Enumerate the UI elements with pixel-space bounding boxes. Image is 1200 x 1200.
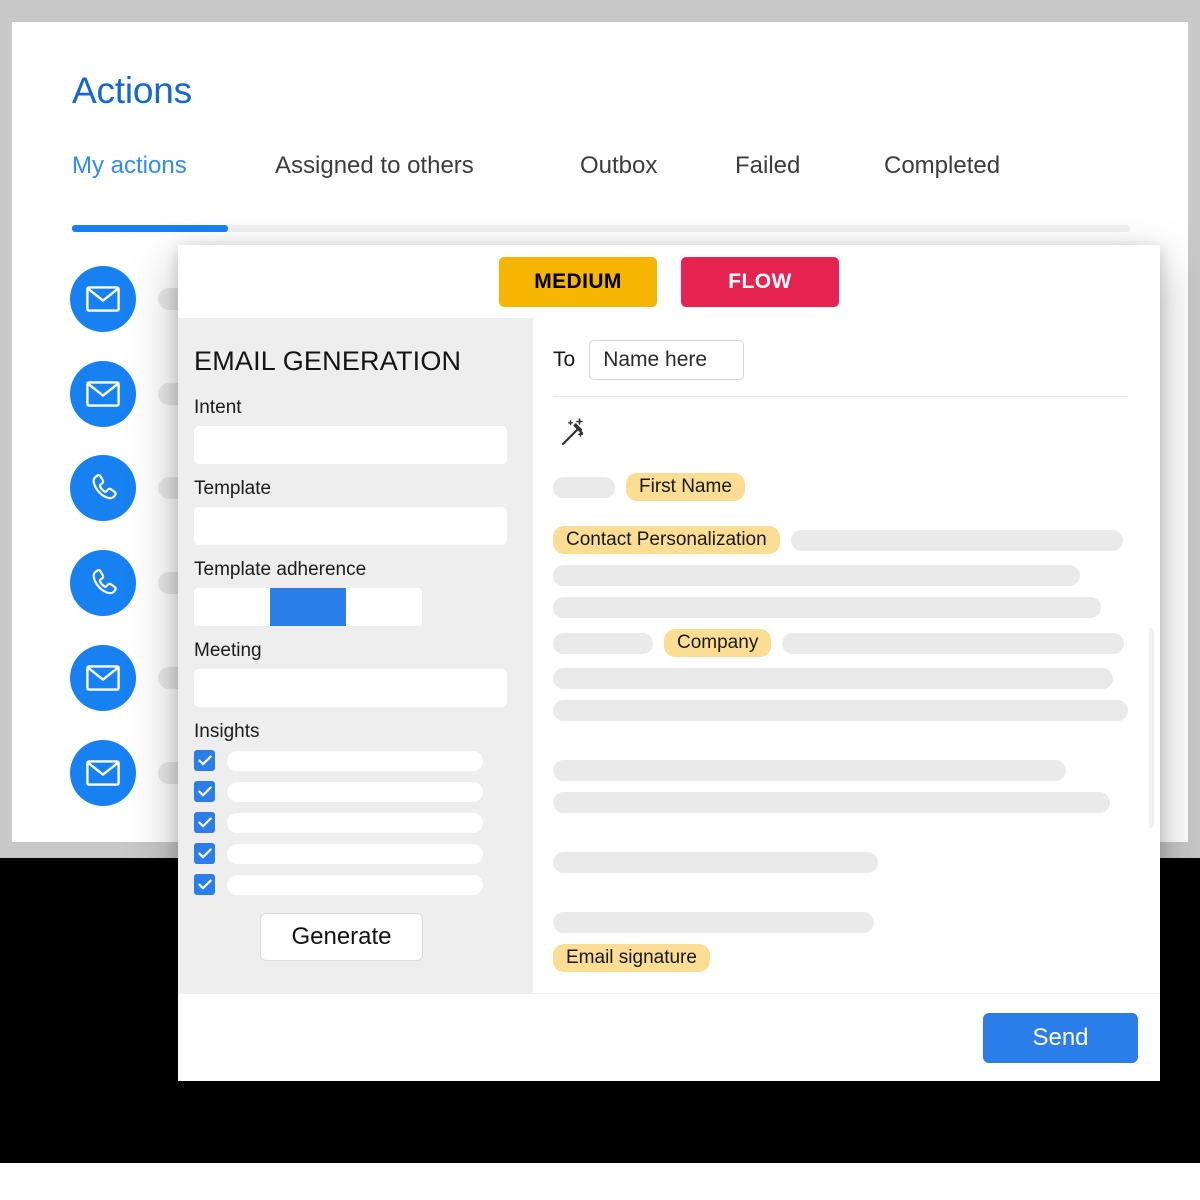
insight-checkbox[interactable] [194,812,215,833]
email-body-line: First Name [553,473,1132,501]
text-placeholder-bar [553,565,1080,586]
insight-item[interactable] [194,874,507,895]
email-body-line [553,597,1132,618]
to-row: To Name here [553,340,1132,380]
intent-input[interactable] [194,426,507,464]
email-body-gap [553,824,1132,852]
tab-completed[interactable]: Completed [884,152,1000,180]
merge-token-company[interactable]: Company [664,629,772,657]
text-placeholder-bar [790,529,1123,551]
text-placeholder-bar [553,476,615,498]
insight-placeholder [227,874,483,895]
generate-button-wrap: Generate [194,913,507,961]
intent-label: Intent [194,397,242,418]
email-preview-panel: To Name here First Name Contact Personali… [533,318,1160,993]
generate-button[interactable]: Generate [260,913,423,961]
insight-item[interactable] [194,812,507,833]
envelope-icon[interactable] [70,361,136,427]
insight-item[interactable] [194,781,507,802]
modal-badge-bar: MEDIUM FLOW [178,245,1160,318]
text-placeholder-bar [553,760,1066,781]
page-title: Actions [72,70,192,111]
email-body-line [553,700,1132,721]
template-input[interactable] [194,507,507,545]
adherence-segment-low[interactable] [194,588,270,626]
email-scrollbar-thumb[interactable] [1149,628,1154,828]
priority-badge-medium[interactable]: MEDIUM [499,256,657,307]
merge-token-email-signature[interactable]: Email signature [553,944,710,972]
tab-bar: My actions Assigned to others Outbox Failed… [72,152,1132,208]
modal-footer: Send [178,993,1160,1081]
tab-outbox[interactable]: Outbox [580,152,657,180]
email-body-line: Email signature [553,944,1132,972]
text-placeholder-bar [553,632,653,654]
adherence-segment-medium[interactable] [270,588,346,626]
email-body-content: First Name Contact Personalization Company… [553,473,1132,972]
template-adherence-label: Template adherence [194,559,367,580]
text-placeholder-bar [782,632,1125,654]
screenshot-stage: Actions My actions Assigned to others Outb… [0,0,1200,1200]
insight-placeholder [227,812,483,833]
text-placeholder-bar [553,668,1113,689]
to-input[interactable]: Name here [589,340,745,380]
tab-rail-active-indicator [72,225,228,232]
insight-placeholder [227,781,483,802]
email-body-line: Company [553,629,1132,657]
insight-placeholder [227,750,483,771]
tab-rail [72,225,1130,232]
text-placeholder-bar [553,700,1128,721]
text-placeholder-bar [553,792,1110,813]
adherence-segment-high[interactable] [346,588,422,626]
text-placeholder-bar [553,912,874,933]
email-generation-modal: MEDIUM FLOW EMAIL GENERATION Intent Temp… [178,245,1160,1081]
envelope-icon[interactable] [70,740,136,806]
insights-list [194,750,507,895]
template-adherence-selector[interactable] [194,588,422,626]
tab-failed[interactable]: Failed [735,152,800,180]
meeting-input[interactable] [194,669,507,707]
insight-checkbox[interactable] [194,750,215,771]
email-generation-form: EMAIL GENERATION Intent Template Templat… [178,318,533,993]
magic-wand-icon[interactable] [557,417,1132,451]
text-placeholder-bar [553,597,1101,618]
merge-token-contact-personalization[interactable]: Contact Personalization [553,526,780,554]
insight-checkbox[interactable] [194,843,215,864]
insight-checkbox[interactable] [194,781,215,802]
email-body-line: Contact Personalization [553,526,1132,554]
email-body-gap [553,884,1132,912]
merge-token-first-name[interactable]: First Name [626,473,745,501]
meeting-label: Meeting [194,640,262,661]
insight-placeholder [227,843,483,864]
modal-body: EMAIL GENERATION Intent Template Templat… [178,318,1160,993]
email-body-line [553,792,1132,813]
tab-assigned-to-others[interactable]: Assigned to others [275,152,474,180]
insight-item[interactable] [194,750,507,771]
send-button[interactable]: Send [983,1012,1138,1063]
phone-icon[interactable] [70,455,136,521]
text-placeholder-bar [553,852,878,873]
insights-label: Insights [194,721,260,742]
envelope-icon[interactable] [70,266,136,332]
to-label: To [553,348,576,371]
insight-item[interactable] [194,843,507,864]
insight-checkbox[interactable] [194,874,215,895]
type-badge-flow[interactable]: FLOW [681,256,839,307]
envelope-icon[interactable] [70,645,136,711]
email-body-line [553,565,1132,586]
email-body-line [553,760,1132,781]
phone-icon[interactable] [70,550,136,616]
email-body-gap [553,512,1132,526]
form-title: EMAIL GENERATION [194,346,462,376]
email-scrollbar-track[interactable] [1149,328,1157,968]
email-body-gap [553,732,1132,760]
backdrop-bottom-strip [0,1163,1200,1200]
template-label: Template [194,478,272,499]
email-body-line [553,852,1132,873]
email-body-line [553,668,1132,689]
tab-my-actions[interactable]: My actions [72,152,187,180]
email-body-line [553,912,1132,933]
to-divider [553,396,1128,397]
